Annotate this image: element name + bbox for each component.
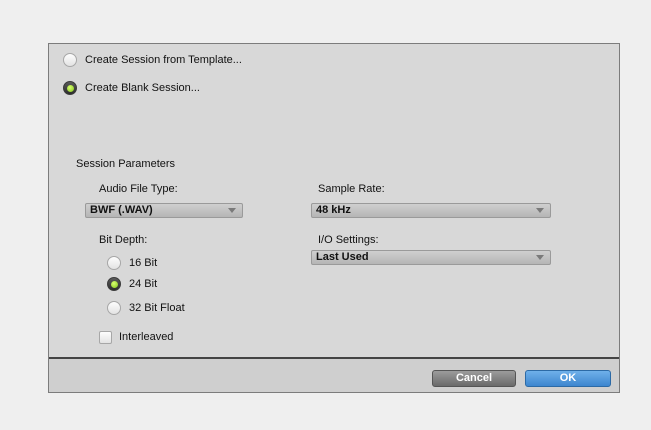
interleaved-checkbox[interactable] (99, 331, 112, 344)
sample-rate-label: Sample Rate: (318, 183, 385, 195)
bit-depth-label: Bit Depth: (99, 234, 148, 246)
bit-depth-32-float-label: 32 Bit Float (129, 302, 185, 314)
bit-depth-32-float-radio[interactable] (107, 301, 121, 315)
audio-file-type-label: Audio File Type: (99, 183, 178, 195)
create-from-template-option[interactable]: Create Session from Template... (63, 53, 242, 67)
bit-depth-16-radio[interactable] (107, 256, 121, 270)
new-session-dialog: Create Session from Template... Create B… (48, 43, 620, 393)
io-settings-value: Last Used (316, 251, 369, 263)
session-parameters-heading: Session Parameters (76, 158, 176, 170)
chevron-down-icon (536, 255, 544, 260)
bit-depth-24-label: 24 Bit (129, 278, 158, 290)
create-blank-session-option[interactable]: Create Blank Session... (63, 81, 200, 95)
io-settings-select[interactable]: Last Used (311, 250, 551, 265)
create-from-template-label: Create Session from Template... (85, 54, 242, 66)
create-blank-session-label: Create Blank Session... (85, 82, 200, 94)
bit-depth-24-radio[interactable] (107, 277, 121, 291)
bit-depth-option-16[interactable]: 16 Bit (107, 256, 157, 270)
create-blank-session-radio[interactable] (63, 81, 77, 95)
audio-file-type-select[interactable]: BWF (.WAV) (85, 203, 243, 218)
bit-depth-option-24[interactable]: 24 Bit (107, 277, 157, 291)
bit-depth-16-label: 16 Bit (129, 257, 158, 269)
audio-file-type-value: BWF (.WAV) (90, 204, 153, 216)
sample-rate-value: 48 kHz (316, 204, 351, 216)
cancel-button[interactable]: Cancel (432, 370, 516, 387)
chevron-down-icon (228, 208, 236, 213)
ok-button[interactable]: OK (525, 370, 611, 387)
sample-rate-select[interactable]: 48 kHz (311, 203, 551, 218)
chevron-down-icon (536, 208, 544, 213)
io-settings-label: I/O Settings: (318, 234, 379, 246)
bit-depth-option-32-float[interactable]: 32 Bit Float (107, 301, 185, 315)
interleaved-label: Interleaved (119, 331, 174, 343)
create-from-template-radio[interactable] (63, 53, 77, 67)
